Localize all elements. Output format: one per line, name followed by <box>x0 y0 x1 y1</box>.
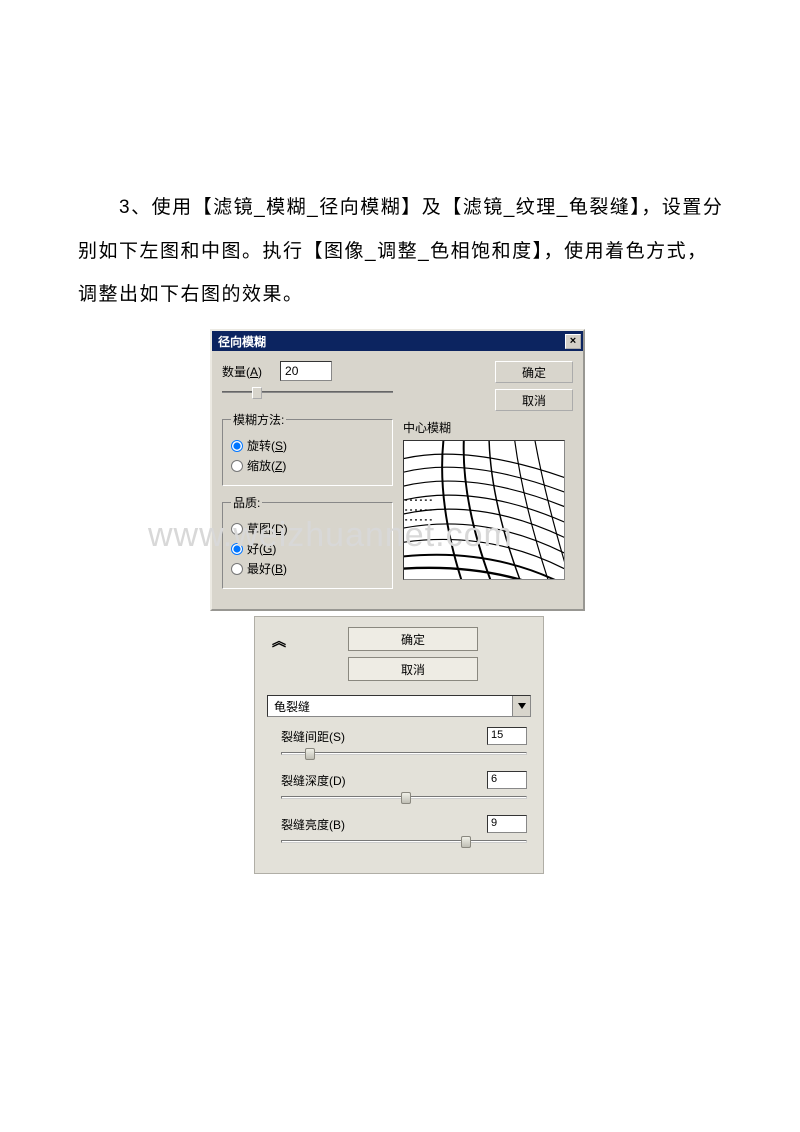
dialog-titlebar[interactable]: 径向模糊 × <box>212 331 583 351</box>
crack-depth-input[interactable]: 6 <box>487 771 527 789</box>
collapse-icon[interactable]: ︽ <box>267 627 287 651</box>
quality-good-radio[interactable]: 好(G) <box>231 540 384 557</box>
crack-spacing-group: 裂缝间距(S) 15 <box>281 727 527 761</box>
method-zoom-radio[interactable]: 缩放(Z) <box>231 457 384 474</box>
crack-brightness-slider[interactable] <box>281 835 527 849</box>
quality-draft-radio[interactable]: 草图(D) <box>231 520 384 537</box>
preview-label: 中心模糊 <box>403 419 573 436</box>
chevron-down-icon <box>512 696 530 716</box>
crack-depth-label: 裂缝深度(D) <box>281 772 346 789</box>
radial-blur-dialog: 径向模糊 × 数量(A) 20 模糊方法: 旋转(S) <box>210 329 585 611</box>
cancel-button[interactable]: 取消 <box>495 389 573 411</box>
blur-method-group: 模糊方法: 旋转(S) 缩放(Z) <box>222 411 393 486</box>
amount-slider[interactable] <box>222 385 393 401</box>
blur-method-legend: 模糊方法: <box>231 411 286 428</box>
filter-select[interactable]: 龟裂缝 <box>267 695 531 717</box>
cancel-button[interactable]: 取消 <box>348 657 478 681</box>
filter-select-value: 龟裂缝 <box>274 698 310 715</box>
crack-depth-group: 裂缝深度(D) 6 <box>281 771 527 805</box>
crack-spacing-slider[interactable] <box>281 747 527 761</box>
instruction-paragraph: 3、使用【滤镜_模糊_径向模糊】及【滤镜_纹理_龟裂缝】，设置分别如下左图和中图… <box>78 186 728 317</box>
quality-legend: 品质: <box>231 494 262 511</box>
crack-brightness-group: 裂缝亮度(B) 9 <box>281 815 527 849</box>
method-spin-radio[interactable]: 旋转(S) <box>231 437 384 454</box>
crack-spacing-label: 裂缝间距(S) <box>281 728 345 745</box>
amount-label: 数量(A) <box>222 363 262 380</box>
close-icon[interactable]: × <box>565 334 581 349</box>
crack-spacing-input[interactable]: 15 <box>487 727 527 745</box>
crack-depth-slider[interactable] <box>281 791 527 805</box>
craquelure-panel: ︽ 确定 取消 龟裂缝 裂缝间距(S) 15 裂缝深度(D) 6 <box>254 616 544 874</box>
crack-brightness-input[interactable]: 9 <box>487 815 527 833</box>
quality-group: 品质: 草图(D) 好(G) 最好(B) <box>222 494 393 589</box>
ok-button[interactable]: 确定 <box>495 361 573 383</box>
dialog-title: 径向模糊 <box>218 333 266 350</box>
quality-best-radio[interactable]: 最好(B) <box>231 560 384 577</box>
crack-brightness-label: 裂缝亮度(B) <box>281 816 345 833</box>
blur-preview[interactable] <box>403 440 565 580</box>
ok-button[interactable]: 确定 <box>348 627 478 651</box>
amount-input[interactable]: 20 <box>280 361 332 381</box>
